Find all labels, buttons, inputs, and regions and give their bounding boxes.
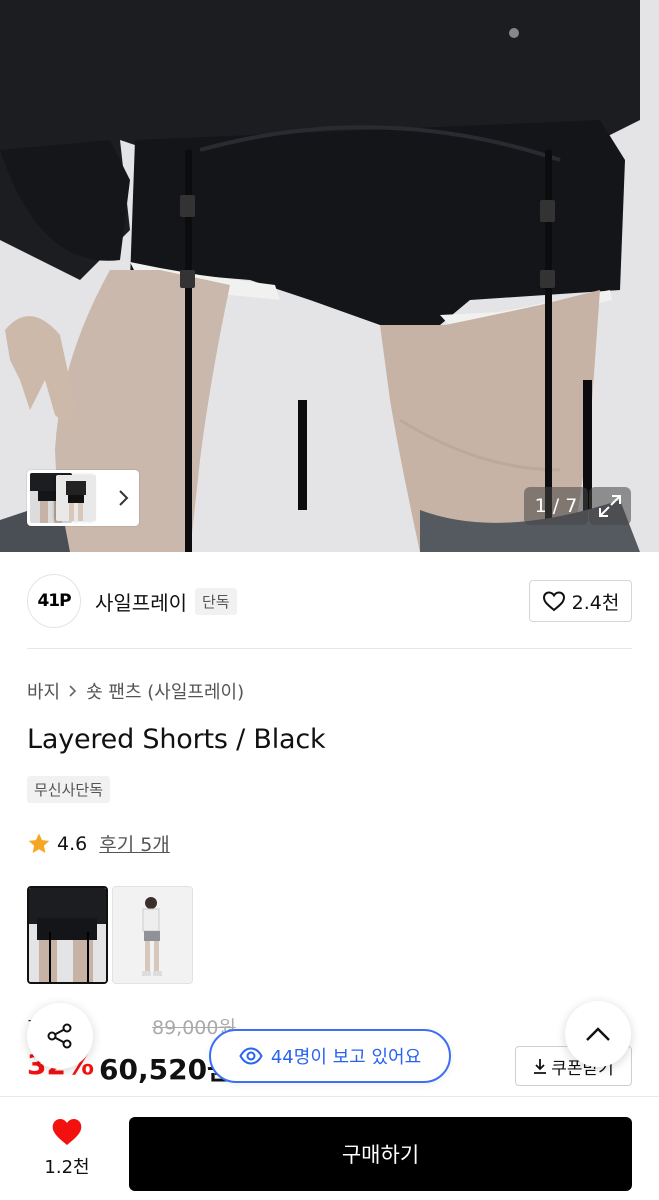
heart-filled-icon bbox=[52, 1119, 82, 1145]
buy-button[interactable]: 구매하기 bbox=[129, 1117, 632, 1191]
share-button[interactable] bbox=[27, 1003, 93, 1069]
brand-exclusive-badge: 단독 bbox=[195, 587, 237, 615]
variant-thumbnail-grey[interactable] bbox=[112, 886, 193, 984]
chevron-right-icon[interactable] bbox=[112, 473, 136, 523]
star-icon bbox=[28, 833, 50, 853]
color-variants bbox=[27, 886, 193, 984]
brand-logo[interactable]: 41P bbox=[27, 574, 81, 628]
viewers-text: 44명이 보고 있어요 bbox=[270, 1047, 422, 1068]
share-icon bbox=[47, 1023, 72, 1049]
bottom-action-bar: 1.2천 구매하기 bbox=[0, 1096, 659, 1200]
variant-thumbnail-black[interactable] bbox=[27, 886, 108, 984]
product-title: Layered Shorts / Black bbox=[27, 724, 326, 755]
review-count-link[interactable]: 후기 5개 bbox=[99, 830, 170, 857]
viewers-count-badge: 44명이 보고 있어요 bbox=[209, 1029, 451, 1083]
breadcrumb-item[interactable]: 바지 bbox=[27, 678, 60, 704]
heart-outline-icon bbox=[542, 591, 565, 612]
eye-icon bbox=[239, 1047, 263, 1065]
exclusive-tag: 무신사단독 bbox=[27, 776, 111, 803]
brand-name[interactable]: 사일프레이 bbox=[95, 587, 187, 616]
expand-icon[interactable] bbox=[589, 487, 631, 525]
gallery-page-counter: 1 / 7 bbox=[524, 487, 588, 525]
wishlist-button[interactable]: 1.2천 bbox=[27, 1117, 107, 1187]
breadcrumb: 바지 숏 팬츠 (사일프레이) bbox=[27, 678, 244, 704]
chevron-right-icon bbox=[69, 685, 77, 697]
wishlist-count: 1.2천 bbox=[44, 1157, 90, 1178]
download-icon bbox=[534, 1059, 547, 1074]
divider bbox=[27, 648, 632, 649]
product-image-gallery[interactable]: 1 / 7 bbox=[0, 0, 659, 552]
rating-summary: 4.6 후기 5개 bbox=[27, 830, 170, 857]
brand-like-count: 2.4천 bbox=[571, 591, 620, 614]
scroll-to-top-button[interactable] bbox=[565, 1001, 631, 1067]
rating-score: 4.6 bbox=[57, 832, 88, 855]
chevron-up-icon bbox=[586, 1027, 610, 1041]
brand-like-button[interactable]: 2.4천 bbox=[529, 580, 632, 622]
gallery-thumbnail-strip[interactable] bbox=[27, 470, 139, 526]
breadcrumb-item[interactable]: 숏 팬츠 (사일프레이) bbox=[86, 678, 244, 704]
brand-row: 41P 사일프레이 단독 2.4천 bbox=[27, 574, 632, 628]
gallery-thumbnail[interactable] bbox=[56, 475, 96, 521]
